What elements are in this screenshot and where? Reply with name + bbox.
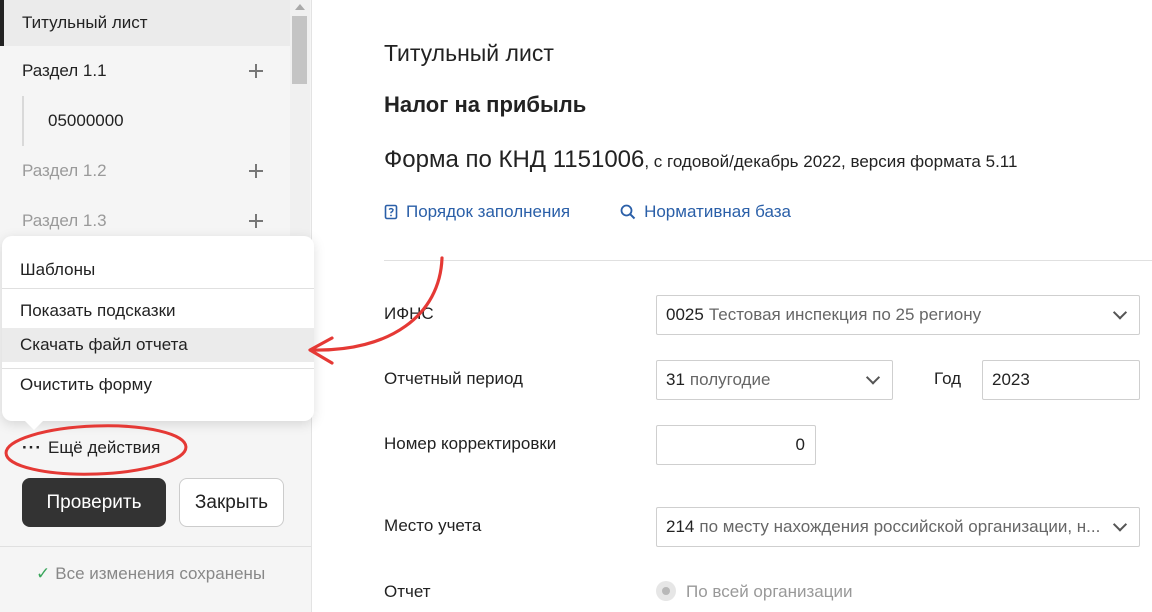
place-label: Место учета <box>384 516 482 535</box>
menu-item-clear-form[interactable]: Очистить форму <box>2 368 314 402</box>
sidebar-item-section-1-2[interactable]: Раздел 1.2 <box>0 146 290 196</box>
correction-number-input[interactable]: 0 <box>656 425 816 465</box>
ifns-label: ИФНС <box>384 304 434 323</box>
divider <box>384 260 1152 261</box>
report-label: Отчет <box>384 582 431 601</box>
saved-status-text: Все изменения сохранены <box>55 564 266 583</box>
chevron-down-icon <box>1112 517 1128 532</box>
fill-order-label: Порядок заполнения <box>406 202 571 221</box>
report-option-label: По всей организации <box>686 582 853 601</box>
place-select[interactable]: 214 по месту нахождения российской орган… <box>656 507 1140 547</box>
chevron-down-icon <box>1112 305 1128 320</box>
more-actions-menu: Шаблоны Показать подсказки Скачать файл … <box>2 236 314 421</box>
more-actions-button[interactable]: ··· Ещё действия <box>22 438 160 458</box>
plus-icon[interactable] <box>246 161 266 181</box>
fill-order-link[interactable]: Порядок заполнения <box>384 202 570 222</box>
document-icon <box>384 204 398 220</box>
regulatory-base-label: Нормативная база <box>644 202 791 221</box>
search-icon <box>620 204 636 220</box>
ifns-code: 0025 <box>666 305 704 324</box>
correction-label: Номер корректировки <box>384 434 557 453</box>
plus-icon[interactable] <box>246 61 266 81</box>
period-description: полугодие <box>689 370 771 389</box>
ellipsis-icon: ··· <box>22 438 42 457</box>
checkmark-icon: ✓ <box>36 564 51 583</box>
menu-item-label: Показать подсказки <box>20 301 176 320</box>
year-value: 2023 <box>992 370 1030 389</box>
menu-pointer <box>24 420 44 430</box>
check-button[interactable]: Проверить <box>22 478 166 527</box>
form-knd: Форма по КНД 1151006, с годовой/декабрь … <box>384 146 1017 174</box>
scroll-up-icon[interactable] <box>295 4 305 10</box>
year-label: Год <box>934 369 962 388</box>
plus-icon[interactable] <box>246 211 266 231</box>
form-knd-title: Форма по КНД 1151006 <box>384 146 645 173</box>
sidebar-item-label: 05000000 <box>48 111 124 130</box>
help-links: Порядок заполнения Нормативная база <box>384 202 791 222</box>
period-code: 31 <box>666 370 685 389</box>
scroll-thumb[interactable] <box>292 16 307 84</box>
ifns-select[interactable]: 0025 Тестовая инспекция по 25 региону <box>656 295 1140 335</box>
period-label: Отчетный период <box>384 369 523 388</box>
period-select[interactable]: 31 полугодие <box>656 360 893 400</box>
menu-divider <box>2 288 314 289</box>
menu-item-label: Шаблоны <box>20 260 96 279</box>
sidebar-scrollbar[interactable] <box>290 0 310 240</box>
sidebar-item-label: Раздел 1.2 <box>22 161 107 180</box>
main-content: Титульный лист Налог на прибыль Форма по… <box>312 0 1152 612</box>
menu-item-label: Скачать файл отчета <box>20 335 188 354</box>
sidebar-item-section-1-1[interactable]: Раздел 1.1 <box>0 46 290 96</box>
report-radio[interactable] <box>656 581 676 601</box>
divider <box>0 546 311 547</box>
menu-item-download-report[interactable]: Скачать файл отчета <box>2 328 314 362</box>
year-input[interactable]: 2023 <box>982 360 1140 400</box>
form-name: Налог на прибыль <box>384 92 587 117</box>
sidebar-item-label: Титульный лист <box>22 13 148 32</box>
correction-value: 0 <box>795 435 805 454</box>
sidebar-item-05000000[interactable]: 05000000 <box>0 96 290 146</box>
section-nav: Титульный лист Раздел 1.1 05000000 Разде… <box>0 0 290 246</box>
regulatory-base-link[interactable]: Нормативная база <box>620 202 791 222</box>
page-title: Титульный лист <box>384 40 554 66</box>
menu-item-templates[interactable]: Шаблоны <box>2 252 314 288</box>
form-knd-details: , с годовой/декабрь 2022, версия формата… <box>644 152 1018 171</box>
ifns-description: Тестовая инспекция по 25 региону <box>708 305 982 324</box>
menu-item-label: Очистить форму <box>20 375 152 394</box>
place-description: по месту нахождения российской организац… <box>699 517 1101 536</box>
saved-status: ✓ Все изменения сохранены <box>36 564 265 584</box>
close-button[interactable]: Закрыть <box>179 478 284 527</box>
sidebar-item-label: Раздел 1.3 <box>22 211 107 230</box>
menu-item-show-hints[interactable]: Показать подсказки <box>2 294 314 328</box>
more-actions-label: Ещё действия <box>47 438 161 457</box>
sidebar-item-label: Раздел 1.1 <box>22 61 107 80</box>
chevron-down-icon <box>865 370 881 385</box>
sidebar-item-title-page[interactable]: Титульный лист <box>0 0 290 46</box>
place-code: 214 <box>666 517 695 536</box>
